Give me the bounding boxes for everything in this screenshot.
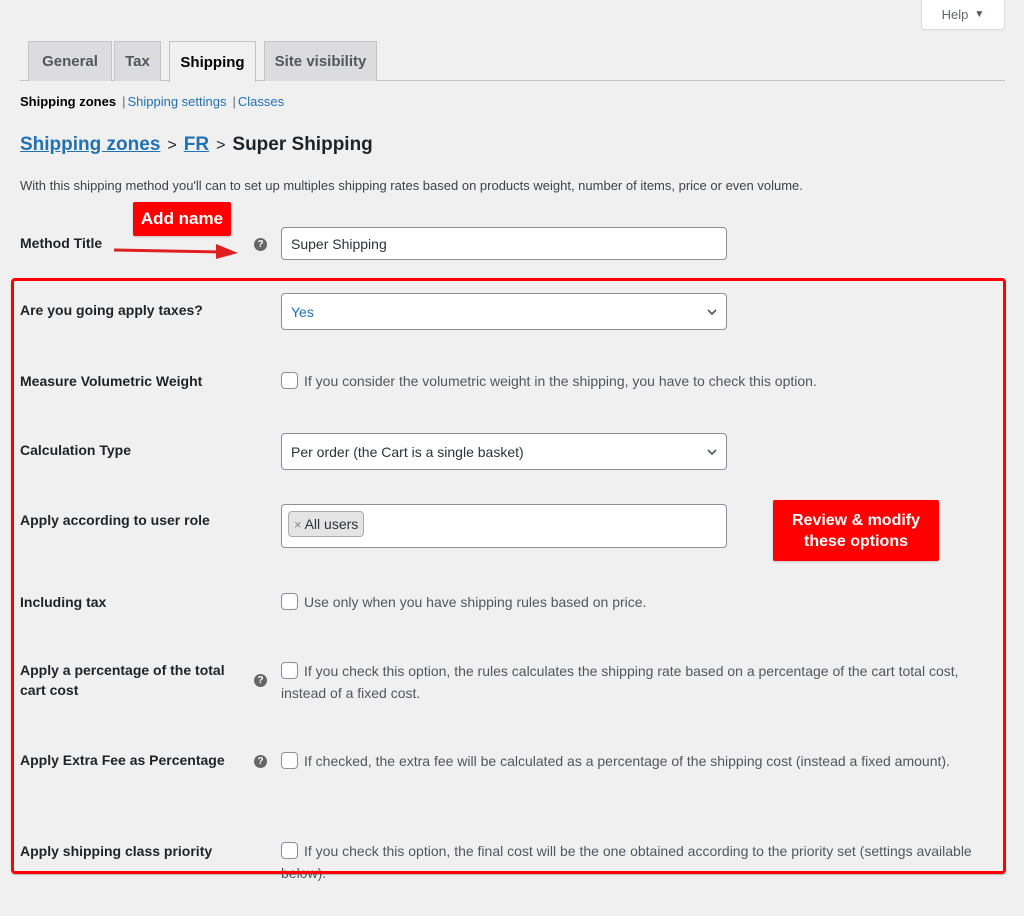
callout-text: Review & modify bbox=[791, 511, 921, 529]
breadcrumb-separator: > bbox=[216, 137, 226, 154]
class-priority-label: Apply shipping class priority bbox=[20, 843, 213, 859]
subnav-separator: | bbox=[232, 94, 236, 109]
option-description: If you check this option, the rules calc… bbox=[281, 663, 959, 701]
calculation-type-label: Calculation Type bbox=[20, 442, 131, 458]
tab-shipping[interactable]: Shipping bbox=[169, 41, 256, 82]
tab-tax[interactable]: Tax bbox=[114, 41, 161, 81]
percentage-cart-label: Apply a percentage of the total cart cos… bbox=[20, 660, 225, 700]
help-button[interactable]: Help ▼ bbox=[921, 0, 1005, 30]
tab-site-visibility[interactable]: Site visibility bbox=[264, 41, 377, 81]
tab-general[interactable]: General bbox=[28, 41, 112, 81]
select-value: Per order (the Cart is a single basket) bbox=[291, 443, 524, 460]
breadcrumb-zone-fr[interactable]: FR bbox=[184, 134, 209, 156]
option-description: If checked, the extra fee will be calcul… bbox=[304, 753, 950, 769]
volumetric-weight-checkbox[interactable] bbox=[281, 372, 298, 389]
breadcrumb-separator: > bbox=[167, 137, 177, 154]
volumetric-weight-option: If you consider the volumetric weight in… bbox=[281, 370, 1001, 392]
tab-label: Site visibility bbox=[274, 53, 367, 70]
user-role-multiselect[interactable]: × All users bbox=[281, 504, 727, 548]
class-priority-checkbox[interactable] bbox=[281, 842, 298, 859]
callout-text: these options bbox=[803, 532, 908, 550]
tab-label: Shipping bbox=[180, 53, 245, 71]
subnav-shipping-settings[interactable]: Shipping settings bbox=[127, 94, 226, 109]
subnav-separator: | bbox=[122, 94, 126, 109]
user-role-chip: × All users bbox=[288, 511, 365, 537]
label-line: Apply a percentage of the total bbox=[20, 662, 225, 678]
help-tip-icon[interactable]: ? bbox=[254, 755, 267, 768]
volumetric-weight-label: Measure Volumetric Weight bbox=[20, 373, 203, 389]
option-description: If you consider the volumetric weight in… bbox=[304, 373, 817, 389]
class-priority-option: If you check this option, the final cost… bbox=[281, 840, 1006, 884]
callout-text: Add name bbox=[140, 209, 224, 228]
method-title-input[interactable]: Super Shipping bbox=[281, 227, 727, 260]
subnav-classes[interactable]: Classes bbox=[238, 94, 284, 109]
remove-chip-icon[interactable]: × bbox=[294, 517, 302, 532]
subnav-shipping-zones[interactable]: Shipping zones bbox=[20, 94, 116, 109]
help-label: Help bbox=[941, 6, 969, 22]
arrow-annotation-icon bbox=[113, 244, 238, 259]
extra-fee-percentage-label: Apply Extra Fee as Percentage bbox=[20, 752, 225, 768]
apply-taxes-label: Are you going apply taxes? bbox=[20, 302, 203, 318]
including-tax-checkbox[interactable] bbox=[281, 593, 298, 610]
tab-label: General bbox=[42, 53, 98, 70]
percentage-cart-checkbox[interactable] bbox=[281, 662, 298, 679]
settings-tabs: General Tax Shipping Site visibility bbox=[20, 41, 1005, 82]
select-value: Yes bbox=[291, 303, 314, 320]
option-description: If you check this option, the final cost… bbox=[281, 843, 972, 881]
label-line: cart cost bbox=[20, 682, 79, 698]
including-tax-option: Use only when you have shipping rules ba… bbox=[281, 591, 1001, 613]
breadcrumb-current: Super Shipping bbox=[232, 134, 373, 155]
chevron-down-icon bbox=[707, 308, 717, 315]
chevron-down-icon bbox=[707, 448, 717, 455]
calculation-type-select[interactable]: Per order (the Cart is a single basket) bbox=[281, 433, 727, 470]
triangle-down-icon: ▼ bbox=[974, 8, 985, 20]
apply-taxes-select[interactable]: Yes bbox=[281, 293, 727, 330]
method-title-label: Method Title bbox=[20, 235, 103, 251]
extra-fee-percentage-checkbox[interactable] bbox=[281, 752, 298, 769]
review-options-callout: Review & modify these options bbox=[773, 500, 939, 561]
breadcrumb: Shipping zones > FR > Super Shipping bbox=[20, 134, 373, 156]
add-name-callout: Add name bbox=[133, 202, 231, 236]
highlight-frame-annotation bbox=[11, 278, 1006, 874]
including-tax-label: Including tax bbox=[20, 594, 107, 610]
breadcrumb-shipping-zones[interactable]: Shipping zones bbox=[20, 134, 160, 156]
method-description: With this shipping method you'll can to … bbox=[20, 178, 803, 193]
user-role-label: Apply according to user role bbox=[20, 512, 210, 528]
help-tip-icon[interactable]: ? bbox=[254, 674, 267, 687]
shipping-subnav: Shipping zones | Shipping settings | Cla… bbox=[20, 94, 284, 109]
extra-fee-percentage-option: If checked, the extra fee will be calcul… bbox=[281, 750, 981, 772]
option-description: Use only when you have shipping rules ba… bbox=[304, 594, 647, 610]
percentage-cart-option: If you check this option, the rules calc… bbox=[281, 660, 981, 704]
chip-label: All users bbox=[304, 516, 359, 532]
tab-label: Tax bbox=[125, 53, 150, 70]
help-tip-icon[interactable]: ? bbox=[254, 238, 267, 251]
